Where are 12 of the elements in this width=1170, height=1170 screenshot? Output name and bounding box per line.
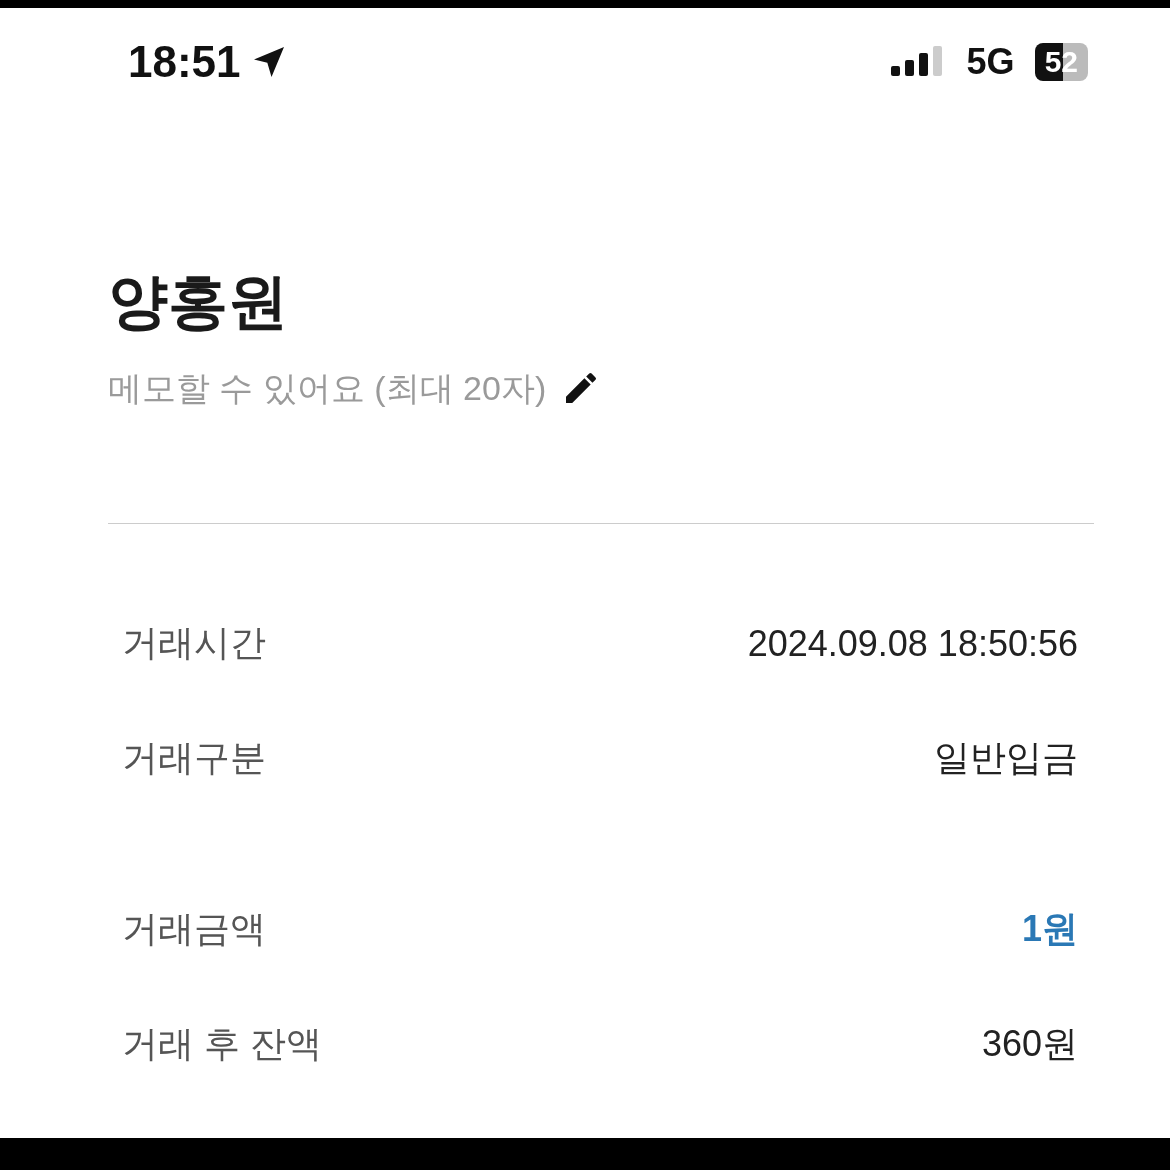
detail-value: 360원 bbox=[981, 1022, 1078, 1066]
detail-value: 1원 bbox=[1021, 907, 1078, 951]
detail-label: 거래 후 잔액 bbox=[122, 1022, 322, 1066]
clock-time: 18:51 bbox=[128, 37, 241, 87]
detail-label: 거래구분 bbox=[122, 736, 266, 780]
detail-label: 거래금액 bbox=[122, 907, 266, 951]
detail-value: 2024.09.08 18:50:56 bbox=[747, 622, 1078, 665]
network-label: 5G bbox=[966, 41, 1015, 83]
memo-field[interactable]: 메모할 수 있어요 (최대 20자) bbox=[108, 368, 553, 408]
detail-label: 거래시간 bbox=[122, 621, 266, 665]
detail-value: 일반입금 bbox=[934, 736, 1078, 780]
account-name: 양홍원 bbox=[108, 267, 289, 337]
